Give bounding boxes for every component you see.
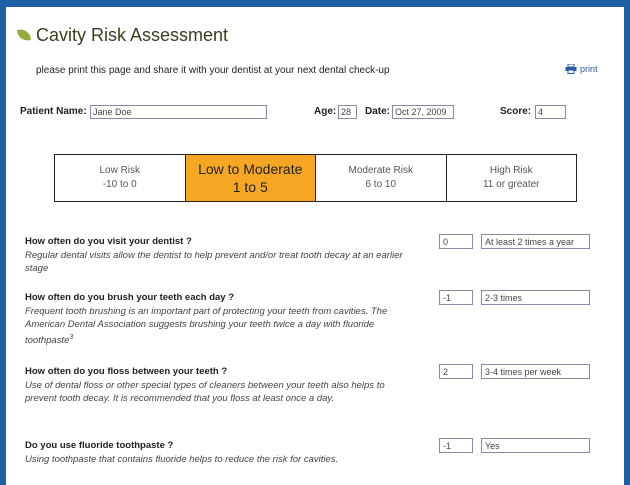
print-label: print xyxy=(580,64,598,74)
footnote-marker: 3 xyxy=(69,334,74,341)
question-description: Regular dental visits allow the dentist … xyxy=(25,250,403,274)
risk-level-name: Low Risk xyxy=(99,165,141,176)
question-brushing: How often do you brush your teeth each d… xyxy=(25,291,405,347)
risk-level-range: -10 to 0 xyxy=(102,179,137,190)
question-text: How often do you visit your dentist ? xyxy=(25,236,192,247)
question-score-field[interactable] xyxy=(439,234,473,249)
question-text: Do you use fluoride toothpaste ? xyxy=(25,440,174,451)
age-label: Age: xyxy=(314,106,337,117)
assessment-panel: Cavity Risk Assessment please print this… xyxy=(6,7,624,485)
date-field[interactable] xyxy=(392,105,454,119)
page-title: Cavity Risk Assessment xyxy=(36,24,229,45)
question-score-field[interactable] xyxy=(439,364,473,379)
risk-level-range: 11 or greater xyxy=(482,179,540,190)
risk-scale: Low Risk -10 to 0 Low to Moderate 1 to 5… xyxy=(54,154,577,202)
patient-name-field[interactable] xyxy=(90,105,267,119)
risk-level-name: Low to Moderate xyxy=(198,161,303,177)
printer-icon xyxy=(565,64,577,74)
score-label: Score: xyxy=(500,106,532,117)
patient-name-label: Patient Name: xyxy=(20,106,87,117)
risk-level-high: High Risk 11 or greater xyxy=(445,155,577,201)
risk-level-low-to-moderate: Low to Moderate 1 to 5 xyxy=(184,155,315,201)
age-field[interactable] xyxy=(338,105,357,119)
question-description: Use of dental floss or other special typ… xyxy=(25,380,385,404)
question-answer-field[interactable] xyxy=(481,234,590,249)
question-text: How often do you floss between your teet… xyxy=(25,366,228,377)
question-dentist-visits: How often do you visit your dentist ? Re… xyxy=(25,235,405,275)
question-answer-field[interactable] xyxy=(481,438,590,453)
title-row: Cavity Risk Assessment xyxy=(17,24,229,46)
leaf-icon xyxy=(17,28,31,42)
question-description-text: Frequent tooth brushing is an important … xyxy=(25,306,388,347)
question-score-field[interactable] xyxy=(439,438,473,453)
question-fluoride: Do you use fluoride toothpaste ? Using t… xyxy=(25,439,405,466)
question-text: How often do you brush your teeth each d… xyxy=(25,292,235,303)
question-score-field[interactable] xyxy=(439,290,473,305)
risk-level-range: 6 to 10 xyxy=(365,179,397,190)
risk-level-name: High Risk xyxy=(489,165,533,176)
risk-level-moderate: Moderate Risk 6 to 10 xyxy=(315,155,446,201)
print-link[interactable]: print xyxy=(565,64,598,74)
question-answer-field[interactable] xyxy=(481,364,590,379)
print-note: please print this page and share it with… xyxy=(36,65,390,76)
risk-level-low: Low Risk -10 to 0 xyxy=(55,155,185,201)
question-flossing: How often do you floss between your teet… xyxy=(25,365,405,405)
risk-level-range: 1 to 5 xyxy=(232,179,268,195)
date-label: Date: xyxy=(365,106,391,117)
risk-level-name: Moderate Risk xyxy=(348,165,413,176)
question-answer-field[interactable] xyxy=(481,290,590,305)
question-description: Using toothpaste that contains fluoride … xyxy=(25,454,339,465)
score-field[interactable] xyxy=(535,105,566,119)
question-description: Frequent tooth brushing is an important … xyxy=(25,305,405,347)
